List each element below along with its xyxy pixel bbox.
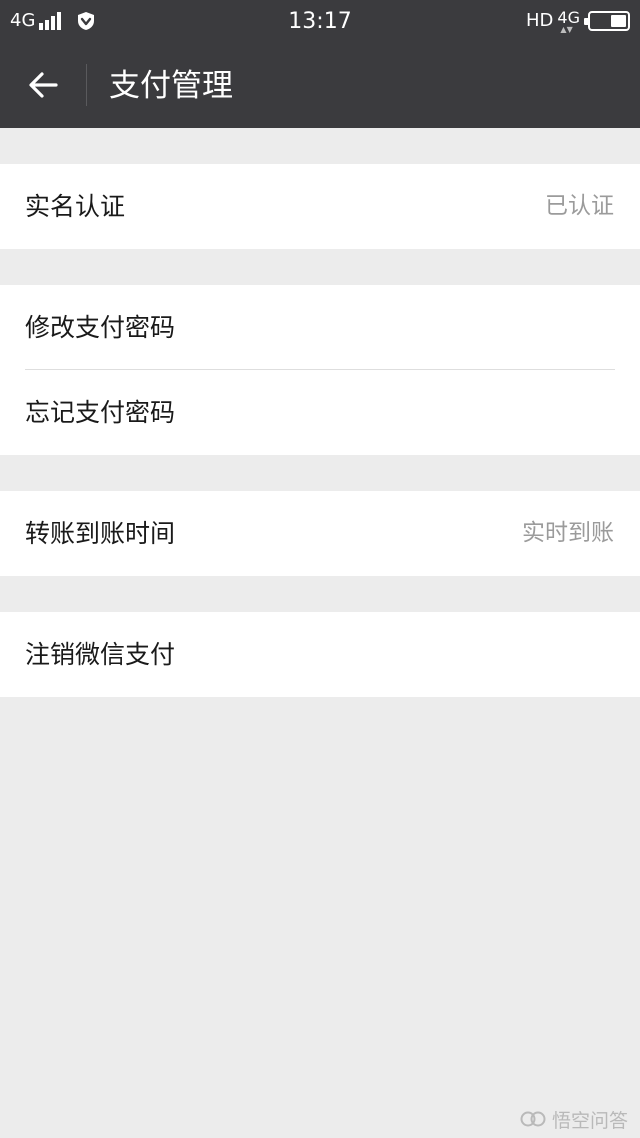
cell-transfer-time[interactable]: 转账到账时间 实时到账 bbox=[0, 491, 640, 576]
cell-label: 注销微信支付 bbox=[25, 640, 176, 669]
cell-forget-password[interactable]: 忘记支付密码 bbox=[0, 370, 640, 455]
battery-level bbox=[611, 15, 626, 27]
cell-real-name-verification[interactable]: 实名认证 已认证 bbox=[0, 164, 640, 249]
group-verification: 实名认证 已认证 bbox=[0, 164, 640, 249]
arrow-left-icon bbox=[29, 72, 58, 98]
watermark-logo-icon bbox=[520, 1111, 546, 1127]
cell-label: 修改支付密码 bbox=[25, 313, 176, 342]
cell-value: 实时到账 bbox=[522, 520, 614, 546]
group-transfer: 转账到账时间 实时到账 bbox=[0, 491, 640, 576]
battery-tip bbox=[584, 18, 588, 25]
page-title: 支付管理 bbox=[109, 68, 233, 104]
battery-icon bbox=[584, 11, 630, 31]
cell-label: 忘记支付密码 bbox=[25, 398, 176, 427]
group-cancel: 注销微信支付 bbox=[0, 612, 640, 697]
hd-indicator: HD bbox=[526, 10, 554, 31]
cell-value: 已认证 bbox=[545, 193, 614, 219]
back-button[interactable] bbox=[20, 64, 66, 106]
watermark: 悟空问答 bbox=[519, 1106, 628, 1132]
cell-label: 转账到账时间 bbox=[25, 519, 176, 548]
watermark-text: 悟空问答 bbox=[551, 1109, 628, 1132]
group-password: 修改支付密码 忘记支付密码 bbox=[0, 285, 640, 455]
status-right: HD 4G ▲▼ bbox=[526, 9, 630, 34]
navigation-bar: 支付管理 bbox=[0, 42, 640, 128]
cell-change-password[interactable]: 修改支付密码 bbox=[0, 285, 640, 370]
cell-cancel-wechat-pay[interactable]: 注销微信支付 bbox=[0, 612, 640, 697]
status-bar: 4G 13:17 HD 4G ▲▼ bbox=[0, 0, 640, 42]
nav-divider bbox=[86, 64, 87, 106]
cell-label: 实名认证 bbox=[25, 192, 126, 221]
data-activity-icon: ▲▼ bbox=[560, 25, 573, 34]
network-type-secondary: 4G ▲▼ bbox=[557, 10, 580, 34]
